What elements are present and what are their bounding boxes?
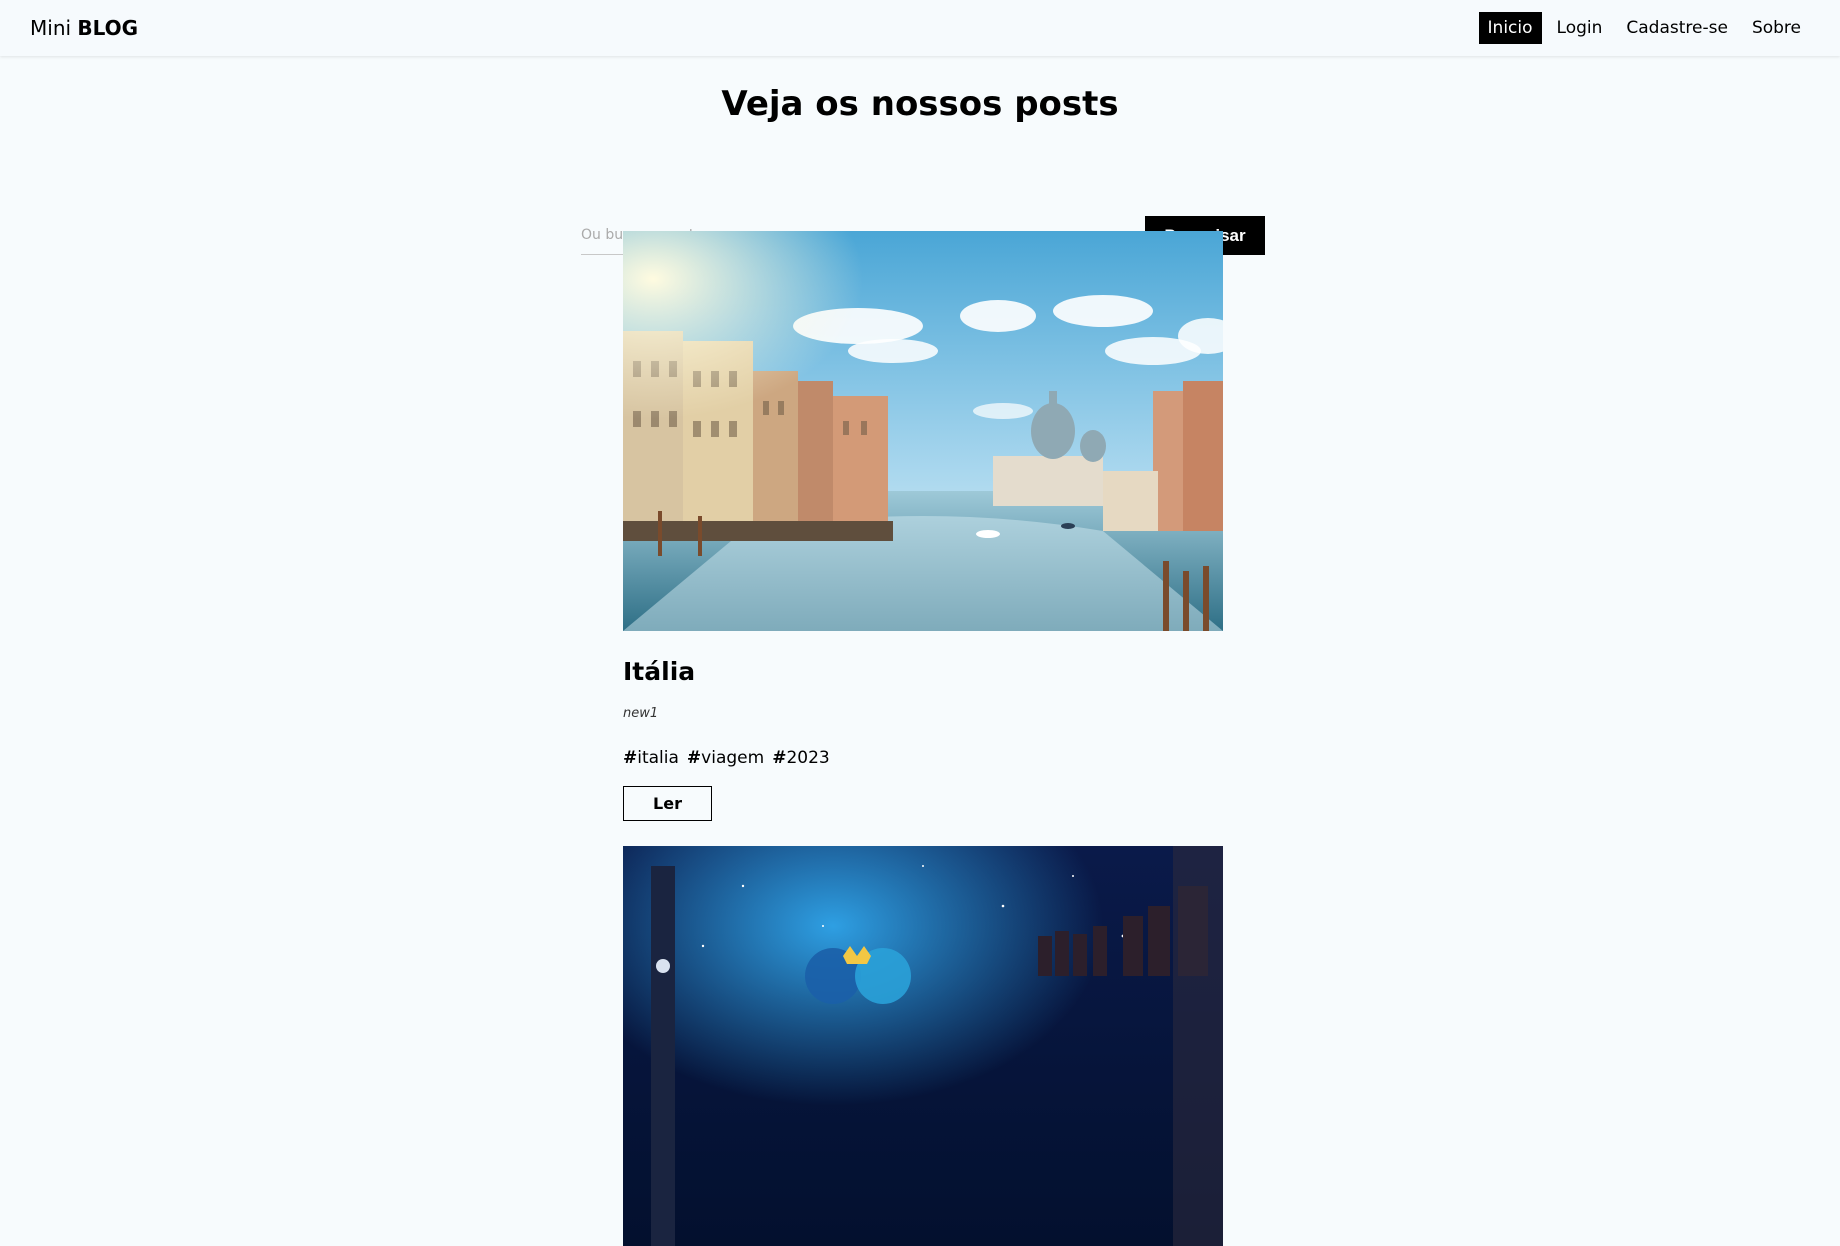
- tag-label: viagem: [701, 748, 765, 768]
- navbar: Mini BLOG Inicio Login Cadastre-se Sobre: [0, 0, 1840, 56]
- tag-viagem: #viagem: [687, 748, 764, 768]
- nav-link-login[interactable]: Login: [1548, 12, 1612, 44]
- post-card: Itália new1 #italia #viagem #2023 Ler: [623, 231, 1223, 821]
- tag-italia: #italia: [623, 748, 679, 768]
- post-title: Itália: [623, 657, 696, 686]
- tag-label: 2023: [786, 748, 830, 768]
- brand-logo[interactable]: Mini BLOG: [30, 16, 138, 40]
- tag-label: italia: [637, 748, 679, 768]
- read-button[interactable]: Ler: [623, 786, 712, 821]
- post-author: new1: [623, 706, 659, 721]
- brand-strong: BLOG: [77, 16, 139, 40]
- nav-link-inicio[interactable]: Inicio: [1478, 12, 1542, 44]
- post-image-venice[interactable]: [623, 231, 1223, 631]
- tag-2023: #2023: [772, 748, 830, 768]
- nav-link-sobre[interactable]: Sobre: [1743, 12, 1810, 44]
- nav-link-cadastre-se[interactable]: Cadastre-se: [1617, 12, 1737, 44]
- tag-hash: #: [686, 748, 702, 768]
- nav-links: Inicio Login Cadastre-se Sobre: [1478, 12, 1810, 44]
- tag-hash: #: [772, 748, 787, 768]
- page-title: Veja os nossos posts: [721, 84, 1119, 124]
- post-image-game-art[interactable]: [623, 846, 1223, 1246]
- tag-hash: #: [623, 748, 638, 768]
- post-tags: #italia #viagem #2023: [623, 748, 830, 768]
- main-content: Veja os nossos posts Pesquisar: [0, 78, 1840, 1246]
- brand-prefix: Mini: [30, 16, 72, 40]
- post-card: [623, 846, 1223, 1246]
